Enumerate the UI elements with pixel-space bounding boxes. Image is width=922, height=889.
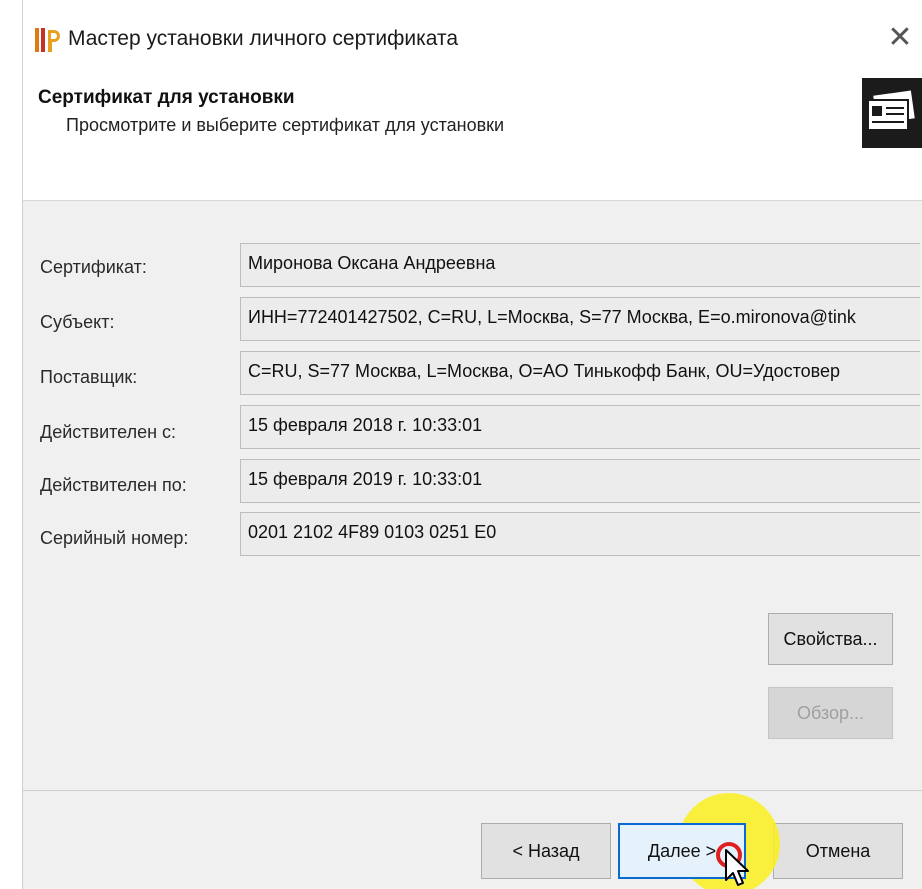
certificate-value: Миронова Оксана Андреевна (240, 243, 920, 287)
issuer-label: Поставщик: (40, 367, 138, 387)
window-title: Мастер установки личного сертификата (68, 27, 459, 50)
valid-to-label: Действителен по: (40, 475, 187, 495)
valid-to-value: 15 февраля 2019 г. 10:33:01 (240, 459, 920, 503)
page-subtitle: Просмотрите и выберите сертификат для ус… (66, 115, 505, 135)
back-button[interactable]: < Назад (481, 823, 611, 879)
app-logo-icon (35, 28, 60, 52)
subject-label: Субъект: (40, 312, 115, 332)
serial-number-label: Серийный номер: (40, 528, 189, 548)
subject-value: ИНН=772401427502, C=RU, L=Москва, S=77 М… (240, 297, 920, 341)
valid-from-label: Действителен с: (40, 422, 177, 442)
mouse-cursor-icon (725, 849, 749, 886)
certificate-icon (862, 78, 922, 148)
properties-button[interactable]: Свойства... (768, 613, 893, 665)
certificate-install-wizard: Мастер установки личного сертификата ✕ С… (0, 0, 922, 889)
window-left-edge (0, 0, 23, 889)
valid-from-value: 15 февраля 2018 г. 10:33:01 (240, 405, 920, 449)
close-icon[interactable]: ✕ (882, 20, 918, 56)
serial-number-value: 0201 2102 4F89 0103 0251 E0 (240, 512, 920, 556)
cancel-button[interactable]: Отмена (773, 823, 903, 879)
certificate-label: Сертификат: (40, 257, 147, 277)
browse-button[interactable]: Обзор... (768, 687, 893, 739)
issuer-value: C=RU, S=77 Москва, L=Москва, O=АО Тинько… (240, 351, 920, 395)
page-title: Сертификат для установки (38, 87, 295, 108)
